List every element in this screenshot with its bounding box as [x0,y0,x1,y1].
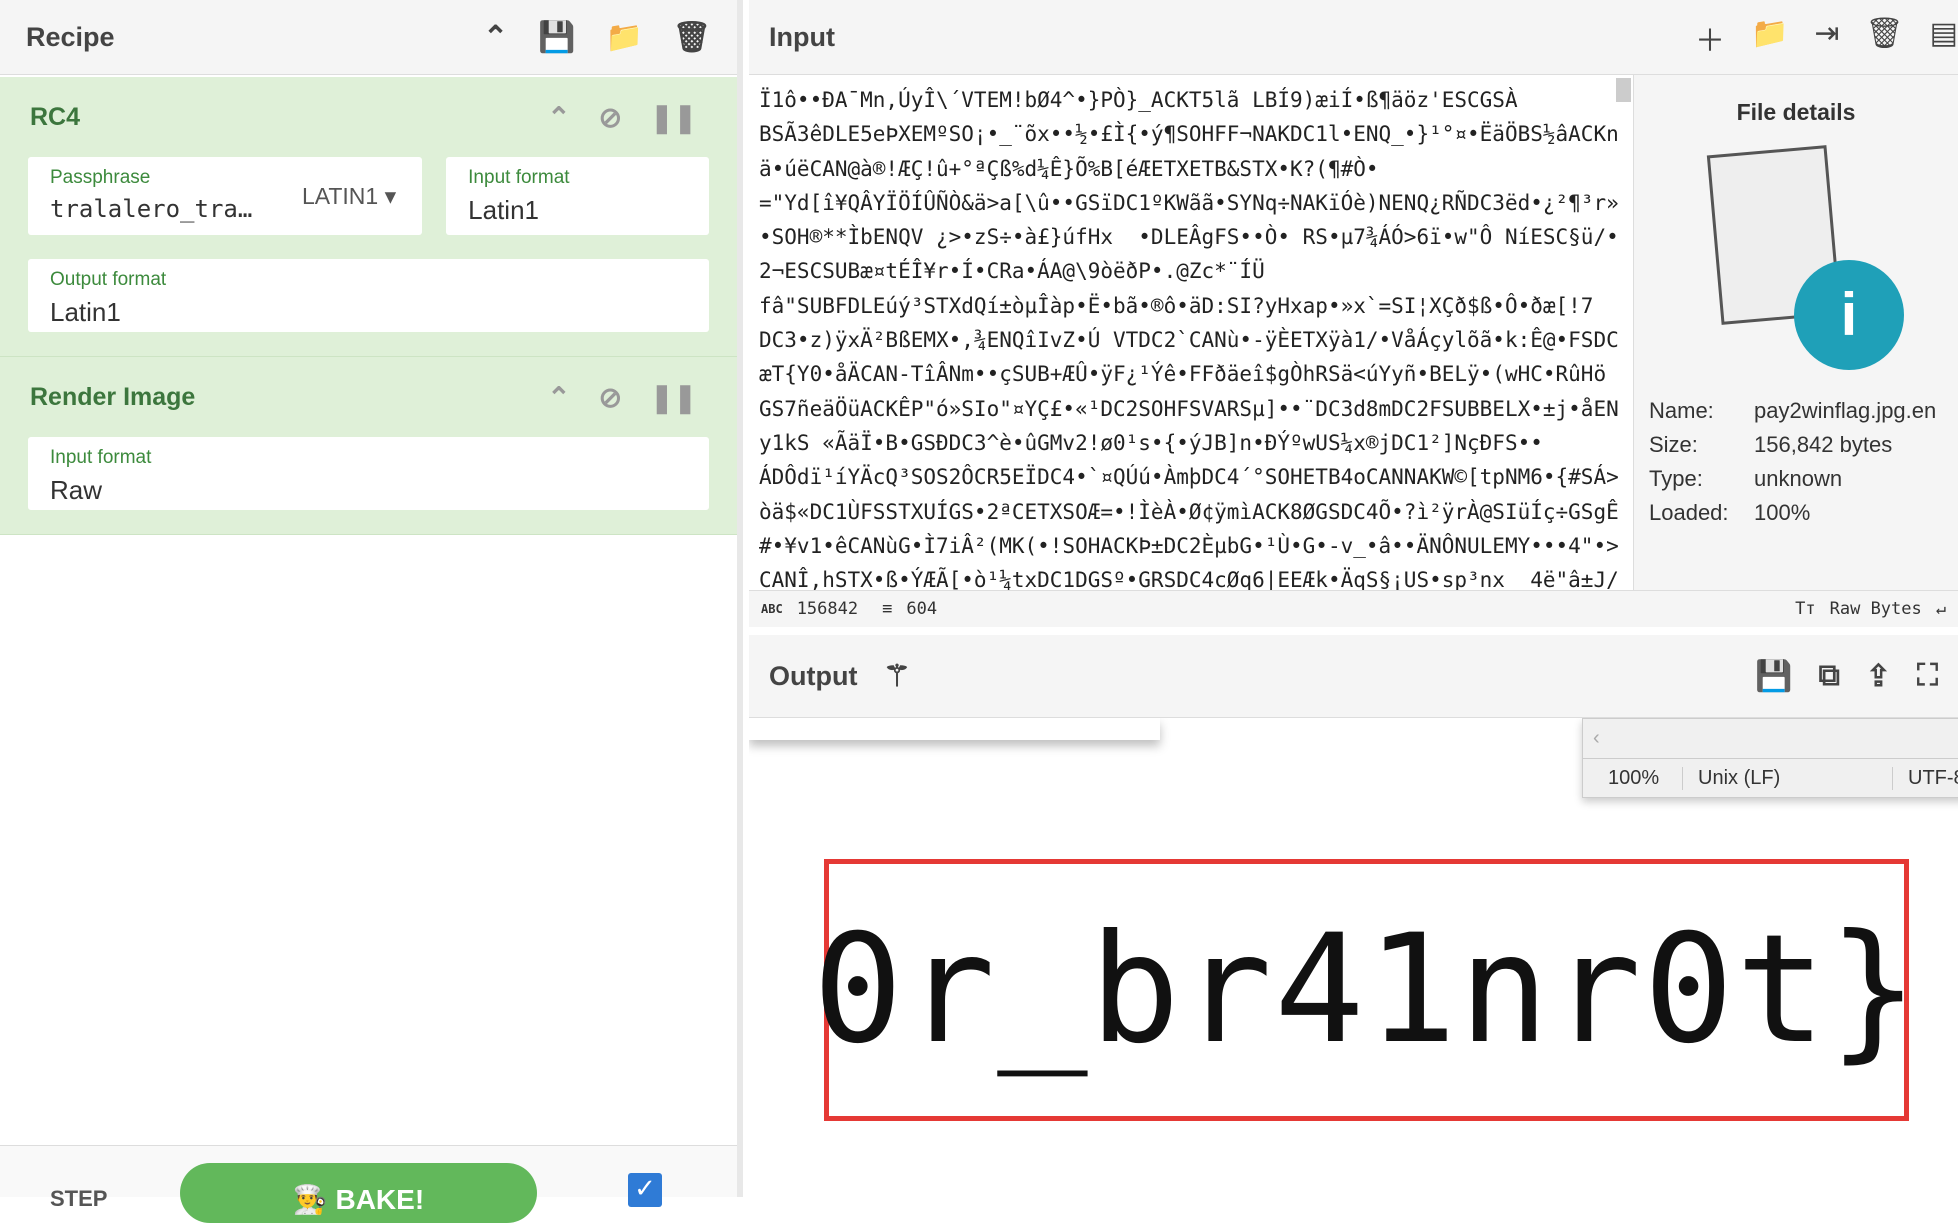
scrollbar[interactable] [1616,78,1631,102]
chef-hat-icon: 👨‍🍳 [292,1184,328,1215]
field-label: Output format [50,269,167,290]
maximize-icon[interactable]: ⛶ [1917,659,1938,694]
name-value: pay2winflag.jpg.en [1754,398,1937,423]
operation-rc4: RC4 ⌃ ⊘ ❚❚ Passphrase tralalero_tra… LATIN… [0,77,737,357]
input-format-field[interactable]: Input format Latin1 [446,157,709,235]
operation-render-image: Render Image ⌃ ⊘ ❚❚ Input format Raw [0,357,737,535]
output-image: ‹ 100% Unix (LF) UTF-8 0r_br41nr0t} [749,718,1958,1197]
input-line: 2¬ESCSUBæ¤tÉÎ¥r•Í•CRa•ÁA@\9òëðP•.@Zc*¨ÍÜ [759,259,1265,284]
recipe-panel: Recipe ⌃ 💾 📁 🗑 RC4 ⌃ ⊘ ❚❚ Passphrase trala… [0,0,743,1223]
input-format-value[interactable]: Raw [50,475,687,506]
input-line: Ï1ô••ÐA¯Mn,ÚyÎ\´VTEM!bØ4^•}PÒ}_ACKT5lã L… [759,88,1518,112]
info-icon: i [1794,260,1904,370]
input-status-bar: ABC 156842 ≡ 604 Tт Raw Bytes ↵ [749,590,1958,627]
output-title: Output [769,660,858,691]
encoding-dropdown[interactable]: LATIN1 ▾ [302,183,396,210]
chevron-up-icon[interactable]: ⌃ [547,381,570,414]
replace-input-icon[interactable]: ⇪ [1866,659,1891,694]
bake-button[interactable]: 👨‍🍳 BAKE! [180,1163,537,1223]
recipe-header: Recipe ⌃ 💾 📁 🗑 [0,0,737,75]
line-count: 604 [906,599,938,619]
pause-icon[interactable]: ❚❚ [650,101,697,134]
input-line: òä$«DC1ÙFSSTXUÍGS•2ªCETXSOÆ=•!ÌèÀ•Ø¢ÿmìA… [759,499,1619,524]
input-line: y1kS «ÃäÏ•B•GSÐDC3^è•ûGMv2!ø0¹s•{•ýJB]n•… [759,430,1543,455]
field-label: Input format [468,167,570,188]
input-line: æT{Y0•åÄCAN-TîÂNm••çSUB+ÆÛ•ÿF¿¹Ýê•FFðäeî… [759,362,1607,387]
encoding-button[interactable]: Raw Bytes [1830,599,1922,619]
file-icon: i [1706,145,1904,370]
size-label: Size: [1649,432,1698,457]
input-line: ÁDÔdï¹íYÄcQ³SOS2ÔCR5EÏDC4•`¤QÚú•ÀmþDC4´°… [759,465,1619,490]
disable-icon[interactable]: ⊘ [599,101,622,134]
input-header: Input ＋ 📁 ⇥ 🗑 ▤ [749,0,1958,75]
file-details-title: File details [1736,99,1856,125]
flag-text: 0r_br41nr0t} [812,903,1921,1077]
flag-box: 0r_br41nr0t} [813,859,1918,1121]
auto-bake-checkbox[interactable]: ✓ [628,1173,662,1207]
input-line: fâ"SUBFDLEúý³STXdQí±òµÎàp•Ë•bã•®ô•äD:SI?… [759,293,1594,318]
folder-icon[interactable]: 📁 [1751,16,1788,60]
passphrase-field[interactable]: Passphrase tralalero_tra… LATIN1 ▾ [28,157,423,235]
file-details-panel: File details i Name: pay2winflag.jpg.en S… [1633,75,1958,590]
trash-icon[interactable]: 🗑 [1866,16,1904,60]
output-format-value[interactable]: Latin1 [50,297,687,328]
import-icon[interactable]: ⇥ [1814,16,1839,60]
input-title: Input [769,22,835,52]
loaded-value: 100% [1754,500,1811,525]
text-size-icon: Tт [1795,599,1816,619]
input-line: DC3•z)ÿxÄ²BßEMX•,¾ENQîIvZ•Ú VTDC2`CANù•-… [759,328,1619,353]
type-value: unknown [1754,466,1843,491]
field-label: Input format [50,447,152,468]
size-value: 156,842 bytes [1754,432,1893,457]
output-header: Output ⚚ 💾 ⧉ ⇪ ⛶ [749,635,1958,718]
trash-icon[interactable]: 🗑 [673,20,711,55]
save-icon[interactable]: 💾 [538,20,575,55]
input-line: CANÎ,hSTX•ß•ÝÆÃ[•ò¹¼txDC1DGSº•GRSDC4cØq6… [759,568,1619,590]
pause-icon[interactable]: ❚❚ [650,381,697,414]
loaded-label: Loaded: [1649,500,1729,525]
abc-icon: ABC [761,602,783,616]
layout-icon[interactable]: ▤ [1930,16,1958,60]
disable-icon[interactable]: ⊘ [599,381,622,414]
input-line: GS7ñeäÖüACKÊP"ó»SIo"¤YÇ£•«¹DC2SOHFSVARSµ… [759,396,1619,421]
plus-icon[interactable]: ＋ [1695,16,1725,60]
chevron-up-icon[interactable]: ⌃ [483,20,508,55]
input-format-field[interactable]: Input format Raw [28,437,709,510]
name-label: Name: [1649,398,1714,423]
input-line: BSÃ3êDLE5eÞXEMºSO¡•_¨õx••½•£Ì{•ý¶SOHFF¬N… [759,122,1619,147]
input-line: •SOH®**ÌbENQV ¿>•zS÷•à£}úfHx •DLEÂgFS••Ò… [759,225,1619,250]
input-format-value[interactable]: Latin1 [468,195,687,226]
input-line: ä•úëCAN@à®!ÆÇ!û+°ªÇß%d¼Ê}Õ%B[éÆETXETB&ST… [759,156,1379,181]
embedded-statusbar: ‹ 100% Unix (LF) UTF-8 [1582,718,1958,798]
char-count: 156842 [796,599,859,619]
embedded-window-fragment [749,718,1160,740]
copy-icon[interactable]: ⧉ [1818,659,1839,694]
step-button[interactable]: STEP [50,1186,107,1212]
recipe-title: Recipe [26,21,115,52]
folder-icon[interactable]: 📁 [606,20,643,55]
input-line: ="Yd[î¥QÂYÏÖÍÛÑÒ&ä>a[\û••GSïDC1ºKWãã•SYN… [759,190,1619,215]
output-format-field[interactable]: Output format Latin1 [28,259,709,332]
lines-icon: ≡ [882,599,893,619]
type-label: Type: [1649,466,1703,491]
op-title: Render Image [30,382,196,411]
input-textarea[interactable]: Ï1ô••ÐA¯Mn,ÚyÎ\´VTEM!bØ4^•}PÒ}_ACKT5lã L… [749,75,1619,590]
word-wrap-icon[interactable]: ↵ [1936,599,1946,619]
magic-wand-icon[interactable]: ⚚ [883,659,910,694]
input-line: #•¥v1•êCANùG•Ì7iÂ²(MK(•!SOHACKÞ±DC2ÈµbG•… [759,533,1619,558]
save-icon[interactable]: 💾 [1755,659,1792,694]
chevron-up-icon[interactable]: ⌃ [547,101,570,134]
op-title: RC4 [30,102,81,131]
